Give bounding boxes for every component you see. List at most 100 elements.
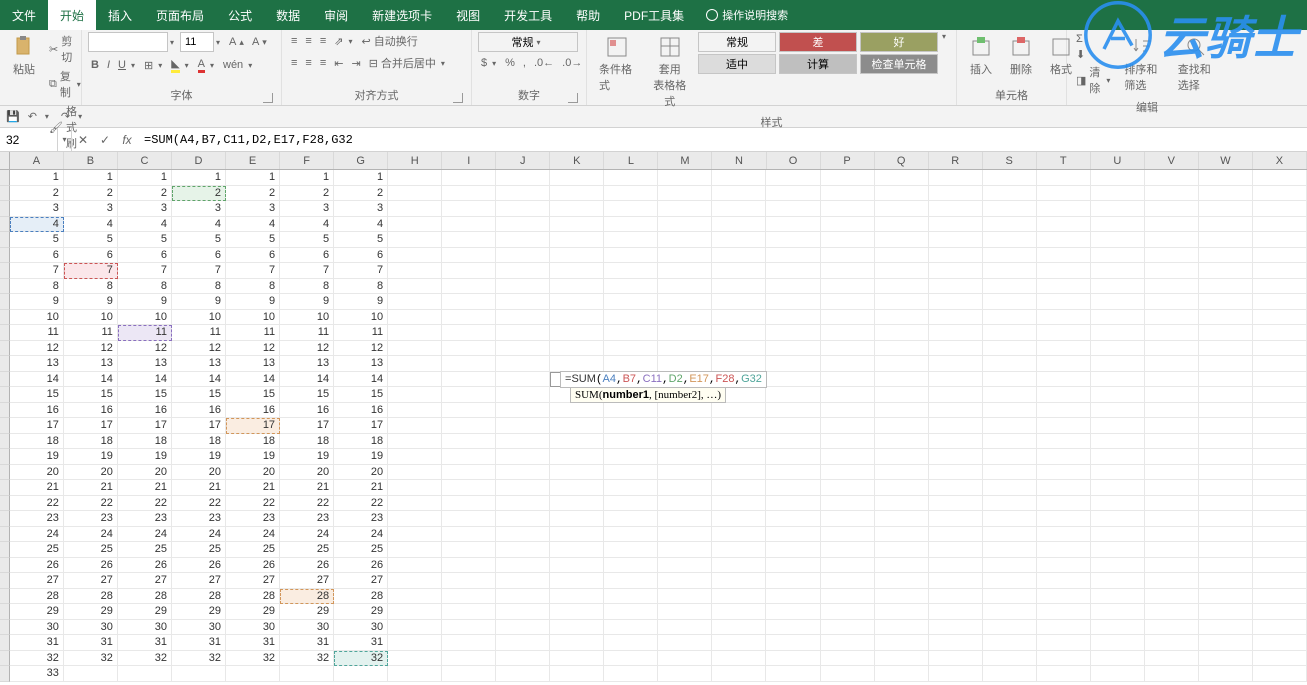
- cell-C7[interactable]: 7: [118, 263, 172, 279]
- cell-S19[interactable]: [983, 449, 1037, 465]
- cell-R15[interactable]: [929, 387, 983, 403]
- cell-X6[interactable]: [1253, 248, 1307, 264]
- cell-B9[interactable]: 9: [64, 294, 118, 310]
- cell-O6[interactable]: [766, 248, 820, 264]
- cell-D24[interactable]: 24: [172, 527, 226, 543]
- cell-H5[interactable]: [388, 232, 442, 248]
- cell-L1[interactable]: [604, 170, 658, 186]
- cell-F26[interactable]: 26: [280, 558, 334, 574]
- cell-O24[interactable]: [766, 527, 820, 543]
- cell-E20[interactable]: 20: [226, 465, 280, 481]
- cell-V26[interactable]: [1145, 558, 1199, 574]
- cell-J8[interactable]: [496, 279, 550, 295]
- cell-S12[interactable]: [983, 341, 1037, 357]
- row-header[interactable]: [0, 558, 10, 574]
- cell-B19[interactable]: 19: [64, 449, 118, 465]
- cell-C15[interactable]: 15: [118, 387, 172, 403]
- cell-D9[interactable]: 9: [172, 294, 226, 310]
- format-as-table-button[interactable]: 套用 表格格式: [646, 32, 695, 112]
- cell-G9[interactable]: 9: [334, 294, 388, 310]
- cell-V19[interactable]: [1145, 449, 1199, 465]
- cell-K13[interactable]: [550, 356, 604, 372]
- cell-I1[interactable]: [442, 170, 496, 186]
- cell-A27[interactable]: 27: [10, 573, 64, 589]
- cell-S15[interactable]: [983, 387, 1037, 403]
- cell-K19[interactable]: [550, 449, 604, 465]
- cell-X14[interactable]: [1253, 372, 1307, 388]
- cell-L6[interactable]: [604, 248, 658, 264]
- cell-W22[interactable]: [1199, 496, 1253, 512]
- cell-S3[interactable]: [983, 201, 1037, 217]
- cell-E16[interactable]: 16: [226, 403, 280, 419]
- cell-B21[interactable]: 21: [64, 480, 118, 496]
- cell-N4[interactable]: [712, 217, 766, 233]
- cell-H7[interactable]: [388, 263, 442, 279]
- cell-M11[interactable]: [658, 325, 712, 341]
- cell-W9[interactable]: [1199, 294, 1253, 310]
- row-header[interactable]: [0, 620, 10, 636]
- cell-C17[interactable]: 17: [118, 418, 172, 434]
- cell-H17[interactable]: [388, 418, 442, 434]
- cell-E10[interactable]: 10: [226, 310, 280, 326]
- cell-V25[interactable]: [1145, 542, 1199, 558]
- cell-E31[interactable]: 31: [226, 635, 280, 651]
- cell-H19[interactable]: [388, 449, 442, 465]
- cell-X18[interactable]: [1253, 434, 1307, 450]
- cell-C14[interactable]: 14: [118, 372, 172, 388]
- row-header[interactable]: [0, 201, 10, 217]
- cell-T24[interactable]: [1037, 527, 1091, 543]
- cell-Q11[interactable]: [875, 325, 929, 341]
- cell-X12[interactable]: [1253, 341, 1307, 357]
- cell-A30[interactable]: 30: [10, 620, 64, 636]
- bold-button[interactable]: B: [88, 58, 102, 72]
- cell-X3[interactable]: [1253, 201, 1307, 217]
- cell-D17[interactable]: 17: [172, 418, 226, 434]
- cell-C8[interactable]: 8: [118, 279, 172, 295]
- cell-U24[interactable]: [1091, 527, 1145, 543]
- cell-P26[interactable]: [821, 558, 875, 574]
- align-left-button[interactable]: ≡: [288, 56, 300, 70]
- cell-A5[interactable]: 5: [10, 232, 64, 248]
- cell-H8[interactable]: [388, 279, 442, 295]
- cell-F19[interactable]: 19: [280, 449, 334, 465]
- cell-W15[interactable]: [1199, 387, 1253, 403]
- cell-G24[interactable]: 24: [334, 527, 388, 543]
- cell-V13[interactable]: [1145, 356, 1199, 372]
- cell-I16[interactable]: [442, 403, 496, 419]
- cell-N21[interactable]: [712, 480, 766, 496]
- cell-S6[interactable]: [983, 248, 1037, 264]
- cell-S27[interactable]: [983, 573, 1037, 589]
- cell-H23[interactable]: [388, 511, 442, 527]
- cell-S13[interactable]: [983, 356, 1037, 372]
- cell-R9[interactable]: [929, 294, 983, 310]
- cell-P4[interactable]: [821, 217, 875, 233]
- cell-P15[interactable]: [821, 387, 875, 403]
- cell-G2[interactable]: 2: [334, 186, 388, 202]
- tell-me-search[interactable]: 操作说明搜索: [706, 0, 788, 30]
- cell-K24[interactable]: [550, 527, 604, 543]
- clear-button[interactable]: ◨清除▾: [1073, 63, 1114, 97]
- cell-O16[interactable]: [766, 403, 820, 419]
- cell-V12[interactable]: [1145, 341, 1199, 357]
- cell-M31[interactable]: [658, 635, 712, 651]
- cell-J13[interactable]: [496, 356, 550, 372]
- cell-V29[interactable]: [1145, 604, 1199, 620]
- cell-I23[interactable]: [442, 511, 496, 527]
- cell-P5[interactable]: [821, 232, 875, 248]
- cell-N2[interactable]: [712, 186, 766, 202]
- cell-J31[interactable]: [496, 635, 550, 651]
- cell-L19[interactable]: [604, 449, 658, 465]
- cell-K8[interactable]: [550, 279, 604, 295]
- cell-T18[interactable]: [1037, 434, 1091, 450]
- column-header-I[interactable]: I: [442, 152, 496, 169]
- cell-W31[interactable]: [1199, 635, 1253, 651]
- cell-X28[interactable]: [1253, 589, 1307, 605]
- cell-E26[interactable]: 26: [226, 558, 280, 574]
- cell-F22[interactable]: 22: [280, 496, 334, 512]
- cell-L4[interactable]: [604, 217, 658, 233]
- cell-F17[interactable]: 17: [280, 418, 334, 434]
- cell-S28[interactable]: [983, 589, 1037, 605]
- cell-N26[interactable]: [712, 558, 766, 574]
- cell-K16[interactable]: [550, 403, 604, 419]
- cell-C29[interactable]: 29: [118, 604, 172, 620]
